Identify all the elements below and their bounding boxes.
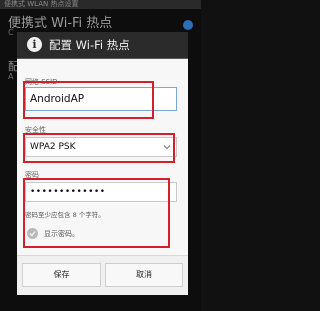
highlight-box-security	[23, 133, 175, 163]
cancel-button[interactable]: 取消	[105, 263, 183, 287]
save-button[interactable]: 保存	[22, 263, 101, 287]
highlight-box-password	[23, 178, 170, 248]
highlight-box-ssid	[23, 81, 154, 119]
dialog-title: 配置 Wi-Fi 热点	[49, 38, 130, 52]
hotspot-setting-sub: C	[8, 28, 14, 37]
info-icon: i	[27, 37, 42, 52]
dialog-footer: 保存 取消	[17, 255, 188, 295]
dialog-header: i 配置 Wi-Fi 热点	[17, 32, 188, 59]
config-item-sub: A	[8, 72, 14, 81]
status-bar: 便携式 WLAN 热点设置	[0, 0, 201, 9]
hotspot-toggle[interactable]	[183, 20, 193, 30]
wifi-hotspot-dialog: i 配置 Wi-Fi 热点 网络 SSID AndroidAP 安全性 WPA2…	[17, 32, 188, 295]
hotspot-setting-title[interactable]: 便携式 Wi-Fi 热点	[8, 12, 112, 31]
